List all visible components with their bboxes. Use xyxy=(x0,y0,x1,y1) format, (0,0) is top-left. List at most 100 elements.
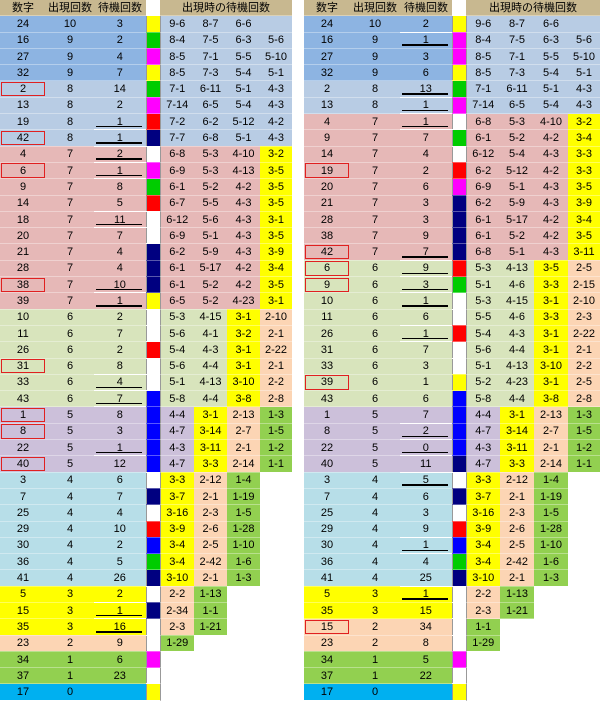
count-cell: 8 xyxy=(46,129,94,147)
pattern-cell: 1-2 xyxy=(260,439,292,457)
color-swatch xyxy=(145,129,161,147)
pattern-cell: 3-1 xyxy=(534,292,568,310)
count-cell: 8 xyxy=(46,113,94,131)
color-swatch xyxy=(451,309,467,326)
pattern-cell: 6-11 xyxy=(500,80,534,98)
table-row: 11 6 6 5-5 4-6 3-3 2-3 xyxy=(304,309,600,326)
pattern-cell: 3-8 xyxy=(227,390,260,408)
table-row: 18 7 11 6-12 5-6 4-3 3-1 xyxy=(0,211,292,229)
pattern-cell: 4-3 xyxy=(227,195,260,212)
color-swatch xyxy=(451,48,467,66)
pattern-cell: 3-14 xyxy=(194,423,227,441)
pattern-cell: 4-2 xyxy=(227,276,260,294)
number-cell: 7 xyxy=(0,488,46,506)
color-swatch xyxy=(145,195,161,212)
pattern-cell: 4-3 xyxy=(568,97,600,115)
pattern-cell: 1-10 xyxy=(534,537,568,555)
pattern-cell: 2-3 xyxy=(194,504,227,522)
pattern-cell xyxy=(534,667,568,685)
color-swatch xyxy=(145,358,161,375)
header-count: 出現回数 xyxy=(350,0,400,17)
count-cell: 7 xyxy=(46,276,94,294)
pattern-cell: 6-5 xyxy=(194,97,227,115)
count-cell: 5 xyxy=(350,439,400,457)
pattern-cell: 6-8 xyxy=(466,113,500,131)
pattern-cell: 5-4 xyxy=(500,146,534,163)
pattern-cell: 1-5 xyxy=(227,504,260,522)
color-swatch xyxy=(451,243,467,261)
color-swatch xyxy=(451,406,467,424)
count-cell: 8 xyxy=(46,80,94,98)
number-cell: 15 xyxy=(304,618,350,636)
count-cell: 7 xyxy=(46,211,94,229)
pattern-cell xyxy=(534,586,568,603)
wait-cell: 1 xyxy=(94,602,146,620)
wait-cell: 7 xyxy=(94,488,146,506)
pattern-cell: 2-14 xyxy=(227,455,260,473)
wait-cell: 3 xyxy=(400,276,452,294)
pattern-cell: 5-2 xyxy=(466,374,500,392)
pattern-cell: 2-42 xyxy=(500,553,534,571)
pattern-cell: 3-3 xyxy=(160,472,194,489)
pattern-cell: 6-6 xyxy=(534,15,568,33)
number-cell: 19 xyxy=(304,162,350,180)
number-cell: 9 xyxy=(304,276,350,294)
header-number: 数字 xyxy=(304,0,350,17)
pattern-cell: 3-1 xyxy=(260,211,292,229)
table-row: 42 7 7 6-8 5-1 4-3 3-11 xyxy=(304,243,600,261)
wait-cell: 1 xyxy=(400,97,452,115)
pattern-cell: 4-10 xyxy=(227,146,260,163)
number-cell: 1 xyxy=(304,406,350,424)
color-swatch xyxy=(145,162,161,180)
count-cell: 3 xyxy=(46,602,94,620)
wait-cell: 7 xyxy=(400,341,452,359)
table-row: 39 7 1 6-5 5-2 4-23 3-1 xyxy=(0,292,292,310)
color-swatch xyxy=(145,113,161,131)
pattern-cell: 8-4 xyxy=(466,32,500,49)
color-swatch xyxy=(451,325,467,343)
pattern-cell: 5-2 xyxy=(194,178,227,196)
pattern-cell: 4-4 xyxy=(500,341,534,359)
pattern-cell: 6-1 xyxy=(466,227,500,245)
count-cell: 5 xyxy=(350,423,400,441)
pattern-cell: 5-6 xyxy=(466,341,500,359)
number-cell: 30 xyxy=(304,537,350,555)
pattern-cell: 3-3 xyxy=(534,309,568,326)
table-row: 32 9 7 8-5 7-3 5-4 5-1 xyxy=(0,64,292,82)
table-row: 14 7 5 6-7 5-5 4-3 3-5 xyxy=(0,195,292,212)
pattern-cell: 4-3 xyxy=(160,439,194,457)
pattern-cell: 5-6 xyxy=(160,358,194,375)
color-swatch xyxy=(145,48,161,66)
pattern-cell: 5-6 xyxy=(260,32,292,49)
right-number-table: 数字 出現回数 待機回数 出現時の待機回数 24 10 2 9-6 8-7 6-6 16 9 1… xyxy=(304,0,600,701)
color-swatch xyxy=(451,504,467,522)
left-table-panel: 数字 出現回数 待機回数 出現時の待機回数 24 10 3 9-6 8-7 6-6 16 9 2… xyxy=(0,0,292,701)
pattern-cell: 1-4 xyxy=(227,472,260,489)
color-swatch xyxy=(145,635,161,652)
header-pattern: 出現時の待機回数 xyxy=(160,0,292,17)
color-swatch xyxy=(451,15,467,33)
pattern-cell: 2-22 xyxy=(260,341,292,359)
wait-cell: 2 xyxy=(94,32,146,49)
count-cell: 4 xyxy=(350,504,400,522)
number-cell: 26 xyxy=(0,341,46,359)
table-row: 29 4 9 3-9 2-6 1-28 xyxy=(304,521,600,538)
pattern-cell: 3-11 xyxy=(500,439,534,457)
table-row: 8 5 3 4-7 3-14 2-7 1-5 xyxy=(0,423,292,441)
wait-cell: 11 xyxy=(94,211,146,229)
pattern-cell: 5-17 xyxy=(500,211,534,229)
pattern-cell xyxy=(260,521,292,538)
pattern-cell: 4-4 xyxy=(194,390,227,408)
pattern-cell: 1-13 xyxy=(194,586,227,603)
wait-cell: 6 xyxy=(400,488,452,506)
color-swatch xyxy=(451,537,467,555)
pattern-cell: 8-4 xyxy=(160,32,194,49)
pattern-cell: 3-1 xyxy=(194,406,227,424)
count-cell: 9 xyxy=(46,64,94,82)
count-cell: 5 xyxy=(350,406,400,424)
pattern-cell: 4-2 xyxy=(534,211,568,229)
color-swatch xyxy=(451,97,467,115)
color-swatch xyxy=(145,260,161,278)
pattern-cell: 5-2 xyxy=(500,227,534,245)
wait-cell: 5 xyxy=(94,195,146,212)
